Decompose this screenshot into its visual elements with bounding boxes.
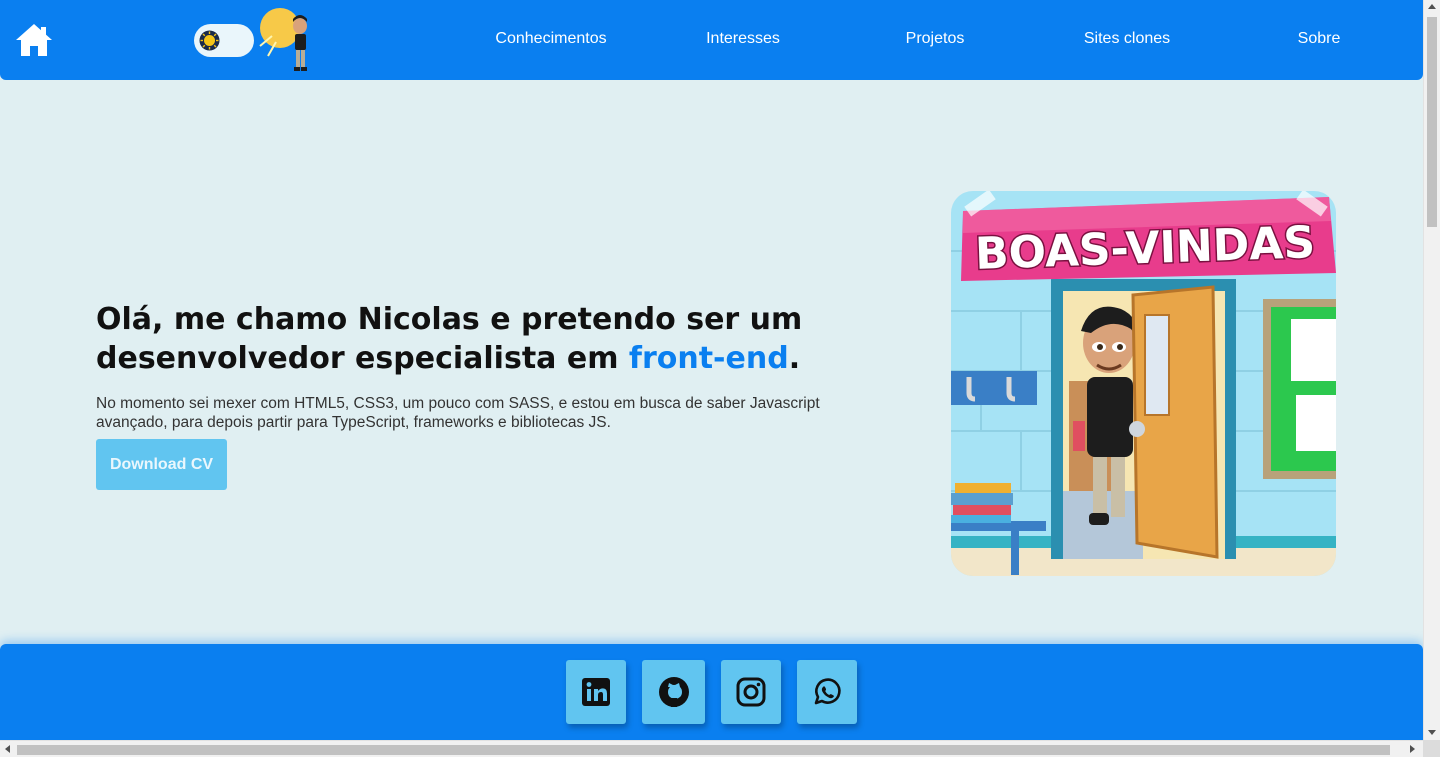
scroll-left-icon[interactable] [5,745,10,753]
nav-link-interesses[interactable]: Interesses [706,30,780,48]
horizontal-scrollbar[interactable] [0,740,1423,757]
linkedin-icon [582,678,610,706]
avatar [259,8,307,71]
hero-description: No momento sei mexer com HTML5, CSS3, um… [96,395,820,431]
nav-link-conhecimentos[interactable]: Conhecimentos [495,30,606,48]
scroll-right-icon[interactable] [1410,745,1415,753]
hero-title: Olá, me chamo Nicolas e pretendo ser um … [96,302,803,376]
nav-link-sobre[interactable]: Sobre [1298,30,1341,48]
social-bar [0,644,1423,740]
welcome-illustration: BOAS-VINDAS [951,191,1336,576]
vertical-scrollbar[interactable] [1423,0,1440,757]
whatsapp-button[interactable] [797,660,857,724]
vertical-scrollbar-thumb[interactable] [1427,17,1437,227]
scroll-up-icon[interactable] [1428,4,1436,9]
scrollbar-corner [1423,740,1440,757]
github-icon [658,677,689,707]
top-navbar: Conhecimentos Interesses Projetos Sites … [0,0,1423,80]
instagram-button[interactable] [721,660,781,724]
sun-icon [199,30,220,51]
horizontal-scrollbar-thumb[interactable] [17,745,1390,755]
theme-toggle[interactable] [194,24,254,57]
linkedin-button[interactable] [566,660,626,724]
scroll-down-icon[interactable] [1428,730,1436,735]
github-button[interactable] [642,660,705,724]
nav-link-projetos[interactable]: Projetos [906,30,965,48]
nav-link-sites-clones[interactable]: Sites clones [1084,30,1170,48]
hero-title-accent: front-end [628,341,789,376]
download-cv-button[interactable]: Download CV [96,439,227,490]
home-icon[interactable] [14,20,54,60]
whatsapp-icon [814,678,841,705]
instagram-icon [736,677,766,707]
